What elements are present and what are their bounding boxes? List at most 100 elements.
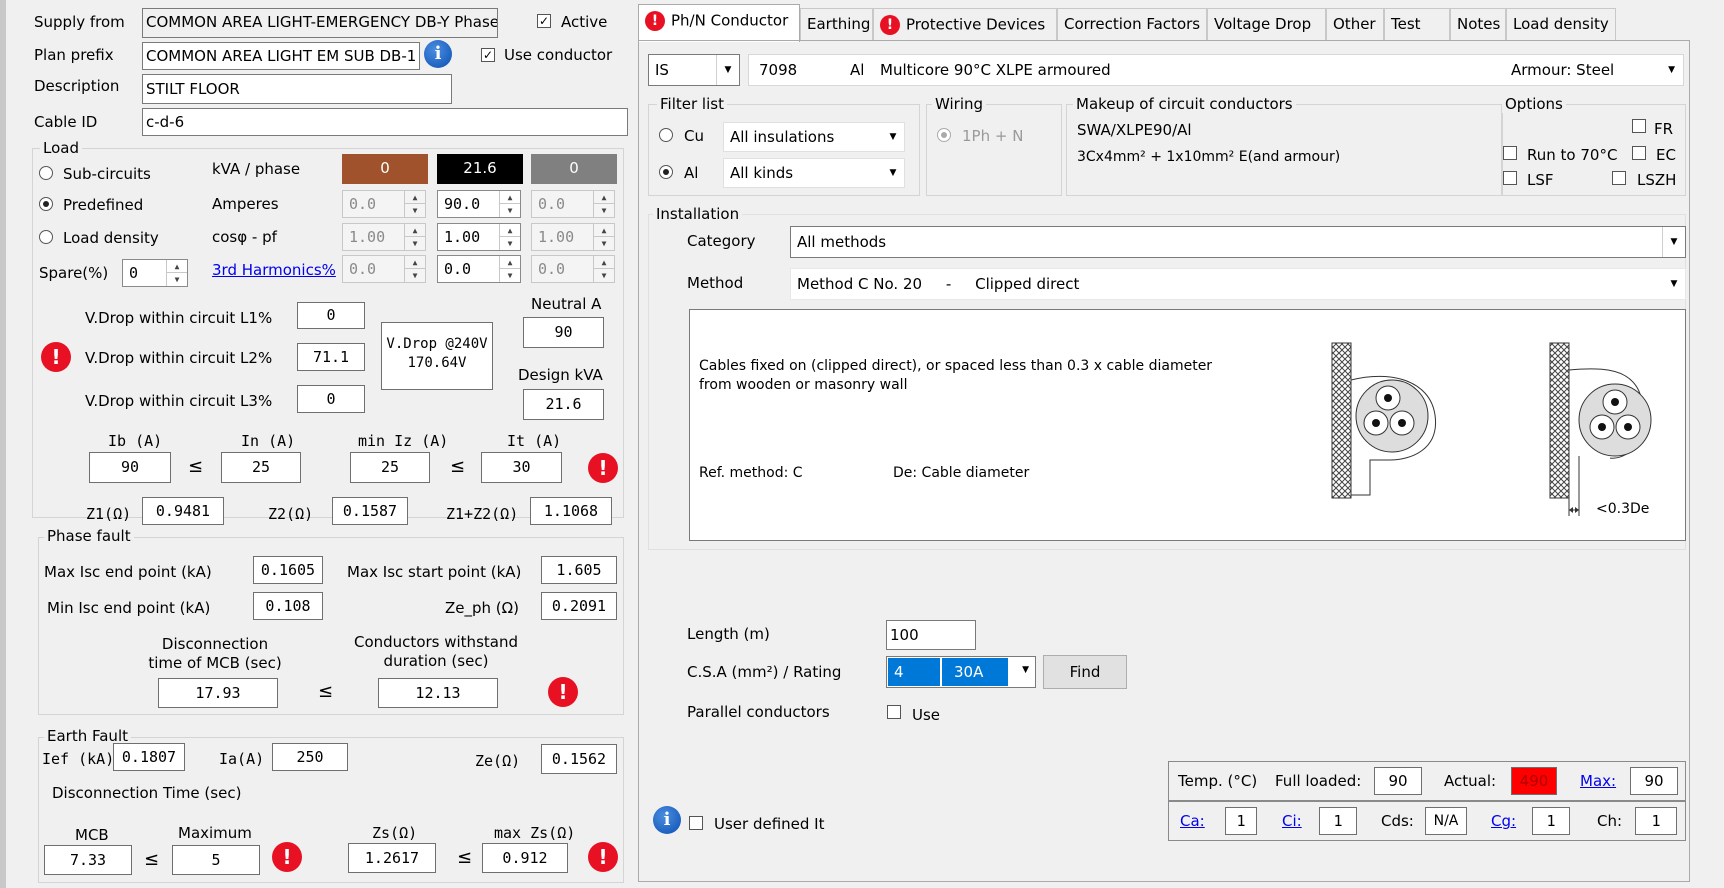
al-radio[interactable] xyxy=(659,165,673,179)
spare-stepper[interactable]: 0 ▲ ▼ xyxy=(122,259,188,287)
armour-label: Armour: Steel xyxy=(1511,61,1615,79)
active-checkbox[interactable]: ✓ xyxy=(537,14,551,28)
z2-value: 0.1587 xyxy=(332,497,408,525)
spinner-buttons[interactable]: ▲ ▼ xyxy=(404,224,425,250)
amps-phase-3[interactable]: 0.0 ▲ ▼ xyxy=(531,190,615,218)
z1-value: 0.9481 xyxy=(142,497,224,525)
harm-phase-1[interactable]: 0.0 ▲ ▼ xyxy=(342,255,426,283)
spinner-buttons[interactable]: ▲ ▼ xyxy=(499,191,520,217)
tab-correction-factors[interactable]: Correction Factors xyxy=(1057,8,1207,40)
tab-voltage-drop[interactable]: Voltage Drop xyxy=(1207,8,1326,40)
pf-phase-2[interactable]: 1.00 ▲ ▼ xyxy=(437,223,521,251)
pf-phase-1[interactable]: 1.00 ▲ ▼ xyxy=(342,223,426,251)
kinds-select[interactable]: All kinds ▼ xyxy=(723,158,905,188)
load-density-label: Load density xyxy=(63,229,159,247)
warning-icon: ! xyxy=(645,11,665,31)
spinner-buttons[interactable]: ▲ ▼ xyxy=(499,224,520,250)
le-symbol: ≤ xyxy=(188,456,204,477)
cable-description: Multicore 90°C XLPE armoured xyxy=(880,61,1111,79)
kva-phase-2[interactable]: 21.6 xyxy=(437,154,523,184)
method-select[interactable]: Method C No. 20 - Clipped direct ▼ xyxy=(790,268,1686,300)
description-input[interactable]: STILT FLOOR xyxy=(142,74,452,104)
standard-select[interactable]: IS ▼ xyxy=(648,54,740,86)
tab-earthing[interactable]: Earthing xyxy=(800,8,873,40)
full-loaded-value: 90 xyxy=(1374,767,1422,795)
plan-prefix-input[interactable]: COMMON AREA LIGHT EM SUB DB-1 xyxy=(142,42,420,70)
harm-phase-3[interactable]: 0.0 ▲ ▼ xyxy=(531,255,615,283)
al-label: Al xyxy=(684,164,699,182)
spinner-buttons[interactable]: ▲ ▼ xyxy=(499,256,520,282)
spinner-buttons[interactable]: ▲ ▼ xyxy=(166,260,187,286)
dimension-label: <0.3De xyxy=(1596,501,1650,517)
tab-test[interactable]: Test xyxy=(1384,8,1450,40)
chevron-down-icon: ▼ xyxy=(1022,665,1029,675)
insulations-select[interactable]: All insulations ▼ xyxy=(723,122,905,152)
chevron-down-icon: ▼ xyxy=(1670,279,1678,289)
vdrop-l1-label: V.Drop within circuit L1% xyxy=(85,309,273,327)
disconnection-value: 17.93 xyxy=(158,678,278,708)
amps-phase-1[interactable]: 0.0 ▲ ▼ xyxy=(342,190,426,218)
warning-icon: ! xyxy=(588,842,618,872)
warning-icon: ! xyxy=(880,15,900,35)
ch-label: Ch: xyxy=(1597,812,1623,830)
kva-phase-3[interactable]: 0 xyxy=(531,154,617,184)
amps-label: Amperes xyxy=(212,195,279,213)
spinner-buttons[interactable]: ▲ ▼ xyxy=(593,256,614,282)
cds-value: N/A xyxy=(1425,807,1467,835)
ca-link[interactable]: Ca: xyxy=(1180,812,1205,830)
active-label: Active xyxy=(561,13,608,31)
actual-value: 490 xyxy=(1511,767,1557,795)
cable-id-input[interactable]: c-d-6 xyxy=(142,108,628,136)
in-label: In (A) xyxy=(241,432,296,450)
csa-select[interactable]: 4 30A ▼ xyxy=(886,656,1036,688)
spinner-buttons[interactable]: ▲ ▼ xyxy=(404,256,425,282)
spinner-buttons[interactable]: ▲ ▼ xyxy=(593,224,614,250)
length-input[interactable]: 100 xyxy=(886,620,976,650)
full-loaded-label: Full loaded: xyxy=(1275,772,1362,790)
cable-type-select[interactable]: 7098 Al Multicore 90°C XLPE armoured Arm… xyxy=(748,54,1684,86)
spinner-buttons[interactable]: ▲ ▼ xyxy=(404,191,425,217)
user-defined-it-checkbox[interactable] xyxy=(689,816,703,830)
fr-checkbox[interactable] xyxy=(1632,119,1646,133)
ief-value: 0.1807 xyxy=(113,743,185,771)
vdrop-l3-label: V.Drop within circuit L3% xyxy=(85,392,273,410)
load-density-radio[interactable] xyxy=(39,230,53,244)
pf-phase-3[interactable]: 1.00 ▲ ▼ xyxy=(531,223,615,251)
parallel-use-checkbox[interactable] xyxy=(887,705,901,719)
max-link[interactable]: Max: xyxy=(1580,772,1616,790)
harm-phase-2[interactable]: 0.0 ▲ ▼ xyxy=(437,255,521,283)
supply-from-field[interactable]: COMMON AREA LIGHT-EMERGENCY DB-Y Phase xyxy=(142,8,498,38)
info-icon[interactable]: i xyxy=(653,806,681,834)
chevron-down-icon: ▼ xyxy=(889,132,897,142)
chevron-down-icon: ▼ xyxy=(1662,227,1685,257)
disconnection-caption: Disconnection time of MCB (sec) xyxy=(148,635,282,672)
category-select[interactable]: All methods ▼ xyxy=(790,226,1686,258)
spinner-buttons[interactable]: ▲ ▼ xyxy=(593,191,614,217)
lszh-checkbox[interactable] xyxy=(1612,171,1626,185)
cg-link[interactable]: Cg: xyxy=(1491,812,1516,830)
vdrop-l3-value: 0 xyxy=(297,385,365,413)
find-button[interactable]: Find xyxy=(1043,655,1127,689)
harmonics-link[interactable]: 3rd Harmonics% xyxy=(212,261,336,279)
sub-circuits-radio[interactable] xyxy=(39,166,53,180)
use-conductor-checkbox[interactable]: ✓ xyxy=(481,48,495,62)
tab-notes[interactable]: Notes xyxy=(1450,8,1506,40)
tab-protective-devices[interactable]: ! Protective Devices xyxy=(873,8,1057,40)
lsf-checkbox[interactable] xyxy=(1503,171,1517,185)
ze-ph-value: 0.2091 xyxy=(541,592,617,620)
tab-other[interactable]: Other xyxy=(1326,8,1384,40)
min-isc-end-value: 0.108 xyxy=(253,592,323,620)
tab-load-density[interactable]: Load density xyxy=(1506,8,1616,40)
run70-checkbox[interactable] xyxy=(1503,146,1517,160)
amps-phase-2[interactable]: 90.0 ▲ ▼ xyxy=(437,190,521,218)
tab-ph-n-conductor[interactable]: ! Ph/N Conductor xyxy=(638,4,800,42)
info-icon[interactable]: i xyxy=(424,40,452,68)
ec-checkbox[interactable] xyxy=(1632,146,1646,160)
predefined-radio[interactable] xyxy=(39,197,53,211)
kva-phase-1[interactable]: 0 xyxy=(342,154,428,184)
wiring-radio[interactable] xyxy=(937,128,951,142)
warning-icon: ! xyxy=(548,677,578,707)
ci-link[interactable]: Ci: xyxy=(1282,812,1302,830)
cu-radio[interactable] xyxy=(659,128,673,142)
ze-label: Ze(Ω) xyxy=(475,752,521,770)
